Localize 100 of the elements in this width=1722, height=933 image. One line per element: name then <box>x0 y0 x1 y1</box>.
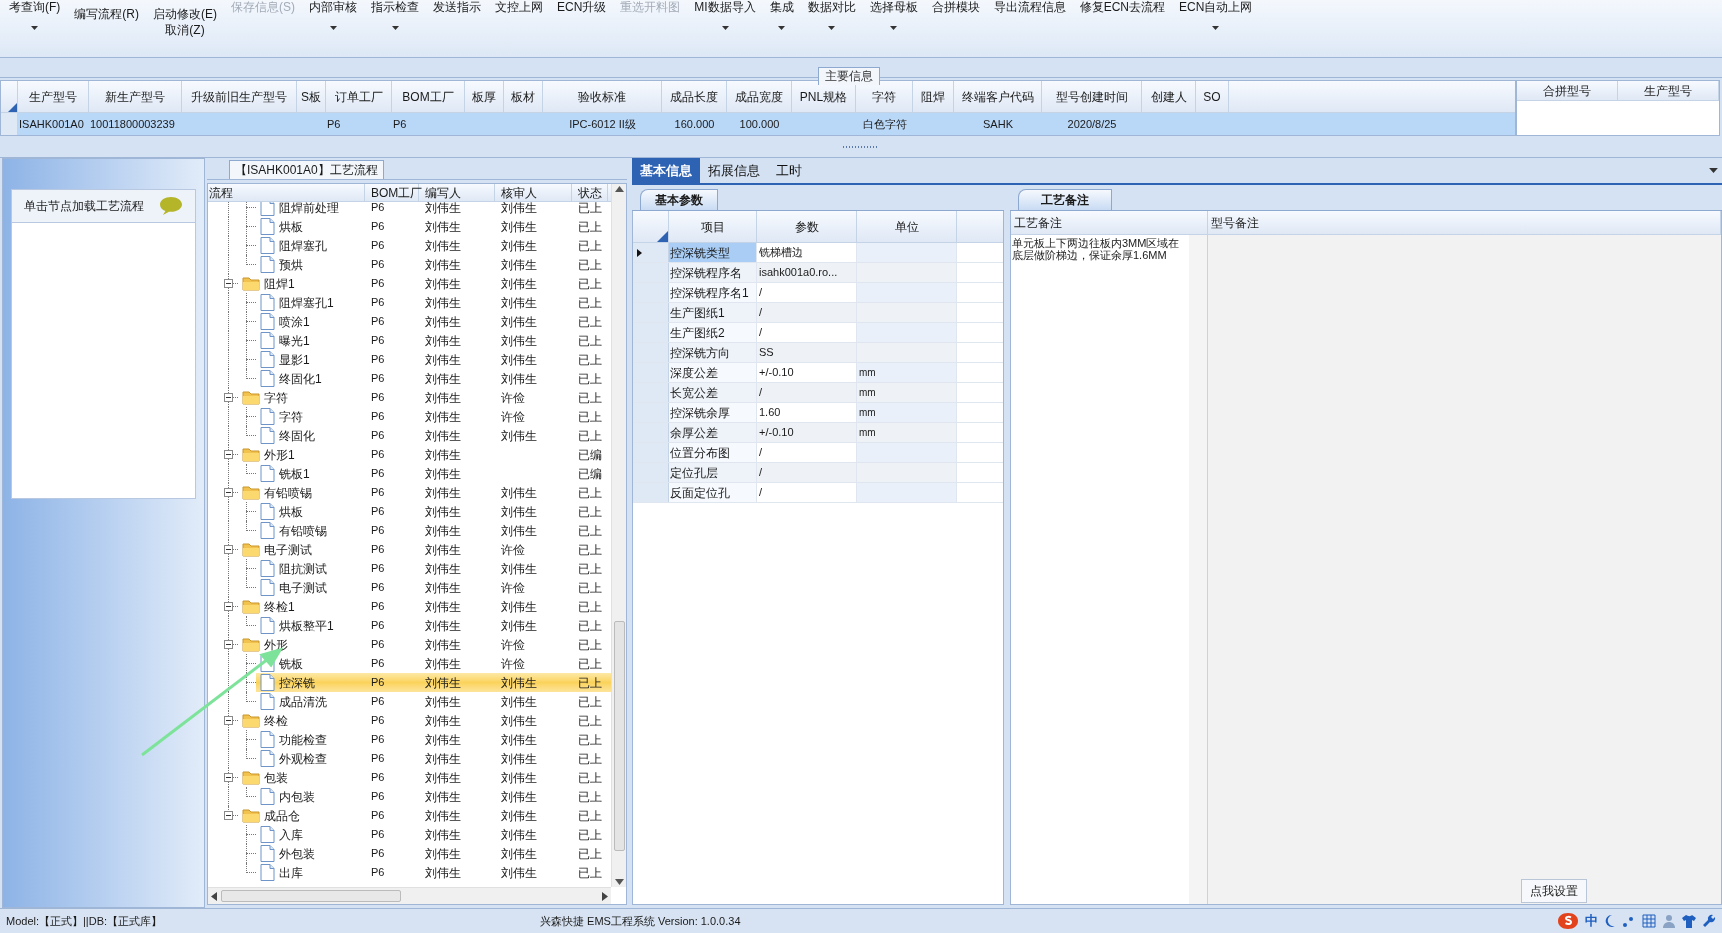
table-cell[interactable]: 控深铣类型 <box>669 243 757 262</box>
tree-row[interactable]: 入库 P6 刘伟生 刘伟生 已上 <box>256 825 611 844</box>
tree-node-label[interactable]: 烘板 <box>279 217 303 236</box>
tree-row[interactable]: 包装 P6 刘伟生 刘伟生 已上 <box>238 768 611 787</box>
tree-node-label[interactable]: 阻焊塞孔 <box>279 236 327 255</box>
column-header[interactable]: 工艺备注 <box>1011 211 1208 234</box>
tab[interactable]: 工时 <box>768 158 810 183</box>
tree-row[interactable]: 成品清洗 P6 刘伟生 刘伟生 已上 <box>256 692 611 711</box>
scroll-thumb[interactable] <box>221 890 401 902</box>
tree-node-label[interactable]: 功能检查 <box>279 730 327 749</box>
tree-row[interactable]: 控深铣 P6 刘伟生 刘伟生 已上 <box>256 673 611 692</box>
tree-row[interactable]: 阻焊前处理 P6 刘伟生 刘伟生 已上 <box>256 202 611 217</box>
tree-row[interactable]: 外形1 P6 刘伟生 已编 <box>238 445 611 464</box>
tab[interactable]: 拓展信息 <box>700 158 768 183</box>
toolbar-button[interactable]: ECN自动上网 <box>1179 0 1253 30</box>
toolbar-button[interactable]: 发送指示 <box>433 0 481 14</box>
tree-node-label[interactable]: 阻焊1 <box>264 274 295 293</box>
column-header[interactable]: 创建人 <box>1142 81 1196 112</box>
dropdown-caret-icon[interactable] <box>890 26 898 30</box>
table-cell[interactable]: 反面定位孔 <box>669 483 757 502</box>
column-header[interactable]: 升级前旧生产型号 <box>182 81 297 112</box>
tree-node-label[interactable]: 成品仓 <box>264 806 300 825</box>
tree-row[interactable]: 阻抗测试 P6 刘伟生 刘伟生 已上 <box>256 559 611 578</box>
tree-node-label[interactable]: 电子测试 <box>264 540 312 559</box>
tree-node-label[interactable]: 有铅喷锡 <box>279 521 327 540</box>
tree-row[interactable]: 显影1 P6 刘伟生 刘伟生 已上 <box>256 350 611 369</box>
tree-node-label[interactable]: 终固化1 <box>279 369 322 388</box>
tree-node-label[interactable]: 终检 <box>264 711 288 730</box>
tree-node-label[interactable]: 烘板整平1 <box>279 616 334 635</box>
tree-row[interactable]: 外观检查 P6 刘伟生 刘伟生 已上 <box>256 749 611 768</box>
dropdown-caret-icon[interactable] <box>329 26 337 30</box>
toolbar-button[interactable]: 取消(Z) <box>165 23 205 37</box>
tree-row[interactable]: 终固化 P6 刘伟生 刘伟生 已上 <box>256 426 611 445</box>
tree-row[interactable]: 烘板整平1 P6 刘伟生 刘伟生 已上 <box>256 616 611 635</box>
column-header[interactable]: 单位 <box>857 211 957 242</box>
toolbar-button[interactable]: 选择母板 <box>869 0 918 30</box>
table-cell[interactable]: 余厚公差 <box>669 423 757 442</box>
toolbar-button[interactable]: 合拼模块 <box>931 0 980 14</box>
tree-row[interactable]: 功能检查 P6 刘伟生 刘伟生 已上 <box>256 730 611 749</box>
vertical-scrollbar[interactable] <box>611 184 626 887</box>
toolbar-button[interactable]: 考查询(F) <box>9 0 61 30</box>
table-row[interactable]: ISAHK001A0 10011800003239 P6 P6 IPC-6012 II级 160.000 100.000 白色字符 SAHK 2020/8/25 <box>1 113 1515 135</box>
collapse-icon[interactable] <box>224 488 233 497</box>
dropdown-caret-icon[interactable] <box>391 26 399 30</box>
tree-node-label[interactable]: 阻焊前处理 <box>279 202 339 217</box>
dropdown-caret-icon[interactable] <box>1212 26 1220 30</box>
horizontal-scrollbar[interactable] <box>208 887 611 904</box>
moon-icon[interactable] <box>1604 914 1616 928</box>
tree-node-label[interactable]: 预烘 <box>279 255 303 274</box>
toolbar-button[interactable]: ECN升级 <box>557 0 607 14</box>
tree-node-label[interactable]: 字符 <box>279 407 303 426</box>
tree-node-label[interactable]: 喷涂1 <box>279 312 310 331</box>
table-cell[interactable]: 控深铣余厚 <box>669 403 757 422</box>
scroll-up-icon[interactable] <box>614 186 624 192</box>
collapse-icon[interactable] <box>224 811 233 820</box>
tree-node-label[interactable]: 曝光1 <box>279 331 310 350</box>
toolbar-button[interactable]: 内部审核 <box>309 0 357 30</box>
table-cell[interactable]: 深度公差 <box>669 363 757 382</box>
grid-icon[interactable] <box>1642 914 1656 928</box>
collapse-icon[interactable] <box>224 393 233 402</box>
column-header[interactable]: S板 <box>297 81 326 112</box>
column-header[interactable]: 成品宽度 <box>727 81 792 112</box>
tree-node-label[interactable]: 铣板 <box>279 654 303 673</box>
toolbar-button[interactable]: 指示检查 <box>371 0 419 30</box>
tree-row[interactable]: 终检 P6 刘伟生 刘伟生 已上 <box>238 711 611 730</box>
column-header[interactable]: SO <box>1196 81 1229 112</box>
dropdown-caret-icon[interactable] <box>1709 168 1718 173</box>
table-cell[interactable]: 生产图纸2 <box>669 323 757 342</box>
tree-row[interactable]: 字符 P6 刘伟生 许俭 已上 <box>256 407 611 426</box>
remark-field[interactable] <box>1208 235 1721 904</box>
tab[interactable]: 基本信息 <box>632 158 700 183</box>
tree-node-label[interactable]: 入库 <box>279 825 303 844</box>
scroll-down-icon[interactable] <box>614 879 624 885</box>
column-header[interactable]: 型号创建时间 <box>1042 81 1142 112</box>
tree-row[interactable]: 阻焊塞孔1 P6 刘伟生 刘伟生 已上 <box>256 293 611 312</box>
tree-row[interactable]: 终固化1 P6 刘伟生 刘伟生 已上 <box>256 369 611 388</box>
toolbar-button[interactable]: 导出流程信息 <box>993 0 1066 14</box>
toolbar-button[interactable]: 文控上网 <box>495 0 543 14</box>
dots-icon[interactable] <box>1622 914 1636 928</box>
column-header[interactable]: 生产型号 <box>18 81 89 112</box>
scroll-right-icon[interactable] <box>602 891 608 901</box>
tree-node-label[interactable]: 字符 <box>264 388 288 407</box>
tree-node-label[interactable]: 阻抗测试 <box>279 559 327 578</box>
column-header[interactable]: 订单工厂 <box>326 81 392 112</box>
tree-node-label[interactable]: 包装 <box>264 768 288 787</box>
column-header[interactable]: 流程 <box>208 184 365 201</box>
settings-button[interactable]: 点我设置 <box>1521 879 1587 903</box>
shirt-icon[interactable] <box>1682 914 1696 928</box>
column-header[interactable]: 状态 <box>572 184 608 201</box>
wrench-icon[interactable] <box>1702 914 1716 928</box>
tree-row[interactable]: 终检1 P6 刘伟生 刘伟生 已上 <box>238 597 611 616</box>
toolbar-button[interactable]: 编写流程(R) <box>74 7 139 21</box>
column-header[interactable]: 板厚 <box>465 81 504 112</box>
collapse-icon[interactable] <box>224 450 233 459</box>
tree-row[interactable]: 阻焊塞孔 P6 刘伟生 刘伟生 已上 <box>256 236 611 255</box>
tree-node-label[interactable]: 电子测试 <box>279 578 327 597</box>
toolbar-button[interactable]: MI数据导入 <box>694 0 756 30</box>
tree-row[interactable]: 曝光1 P6 刘伟生 刘伟生 已上 <box>256 331 611 350</box>
tree-node-label[interactable]: 终检1 <box>264 597 295 616</box>
tree-row[interactable]: 烘板 P6 刘伟生 刘伟生 已上 <box>256 502 611 521</box>
